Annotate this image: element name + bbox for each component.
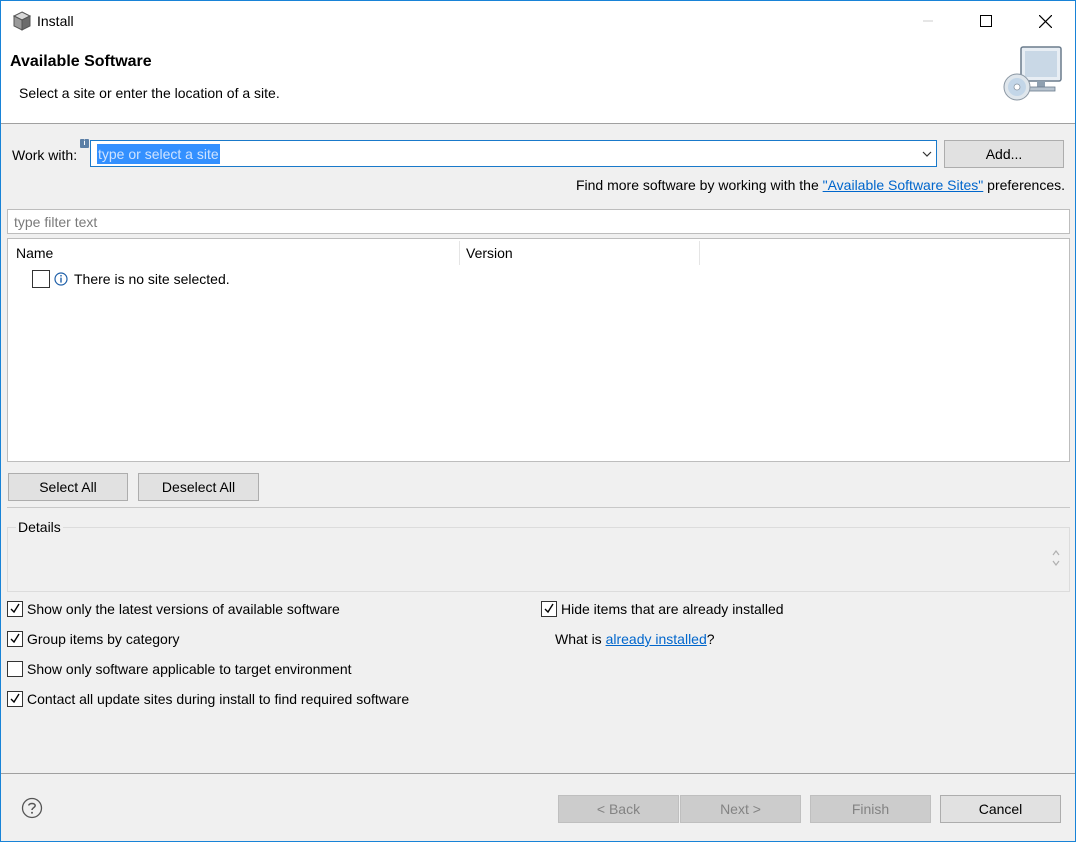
wizard-banner: Available Software Select a site or ente… (1, 41, 1075, 124)
available-software-sites-link[interactable]: "Available Software Sites" (823, 177, 984, 193)
chevron-down-icon[interactable] (922, 149, 932, 159)
already-installed-link[interactable]: already installed (606, 631, 707, 647)
row-label: There is no site selected. (74, 271, 230, 287)
next-button[interactable]: Next > (680, 795, 801, 823)
page-title: Available Software (10, 53, 152, 70)
show-latest-checkbox[interactable] (7, 601, 23, 617)
help-icon[interactable] (21, 797, 43, 819)
cancel-button[interactable]: Cancel (940, 795, 1061, 823)
group-by-category-checkbox[interactable] (7, 631, 23, 647)
package-icon (12, 11, 32, 31)
option-target-environment[interactable]: Show only software applicable to target … (7, 659, 352, 679)
minimize-icon (923, 20, 933, 22)
contact-update-sites-label[interactable]: Contact all update sites during install … (27, 691, 409, 707)
maximize-button[interactable] (957, 1, 1015, 41)
deselect-all-button[interactable]: Deselect All (138, 473, 259, 501)
row-checkbox[interactable] (32, 270, 50, 288)
already-installed-suffix: ? (706, 631, 715, 647)
footer-divider (1, 773, 1075, 774)
hide-installed-checkbox[interactable] (541, 601, 557, 617)
select-all-button[interactable]: Select All (8, 473, 128, 501)
add-site-button[interactable]: Add... (944, 140, 1064, 168)
software-tree[interactable]: Name Version There is no site selected. (7, 238, 1070, 462)
hide-installed-label[interactable]: Hide items that are already installed (561, 601, 784, 617)
find-more-prefix: Find more software by working with the (575, 177, 823, 193)
option-show-latest[interactable]: Show only the latest versions of availab… (7, 599, 340, 619)
show-latest-label[interactable]: Show only the latest versions of availab… (27, 601, 340, 617)
finish-button[interactable]: Finish (810, 795, 931, 823)
page-description: Select a site or enter the location of a… (19, 85, 280, 101)
divider (7, 507, 1070, 508)
filter-placeholder: type filter text (14, 214, 98, 230)
option-group-by-category[interactable]: Group items by category (7, 629, 180, 649)
work-with-combo[interactable]: type or select a site (90, 140, 937, 167)
close-icon (1038, 14, 1052, 28)
option-contact-update-sites[interactable]: Contact all update sites during install … (7, 689, 409, 709)
column-header-name[interactable]: Name (16, 245, 53, 261)
find-more-suffix: preferences. (983, 177, 1065, 193)
minimize-button[interactable] (899, 1, 957, 41)
contact-update-sites-checkbox[interactable] (7, 691, 23, 707)
column-header-version[interactable]: Version (466, 245, 513, 261)
close-button[interactable] (1016, 1, 1074, 41)
tree-row[interactable]: There is no site selected. (32, 268, 230, 290)
target-environment-checkbox[interactable] (7, 661, 23, 677)
install-monitor-cd-icon (1003, 46, 1062, 101)
option-hide-installed[interactable]: Hide items that are already installed (541, 599, 784, 619)
already-installed-text: What is already installed? (555, 629, 715, 649)
checkmark-icon (10, 603, 20, 614)
filter-input[interactable]: type filter text (7, 209, 1070, 234)
content-assist-info-icon: i (80, 139, 89, 148)
checkmark-icon (544, 603, 554, 614)
work-with-label: Work with: (12, 147, 78, 163)
info-icon (54, 272, 68, 286)
checkmark-icon (10, 693, 20, 704)
group-by-category-label[interactable]: Group items by category (27, 631, 180, 647)
checkmark-icon (10, 633, 20, 644)
install-dialog: Install Available Software Select a site… (0, 0, 1076, 842)
details-group (7, 527, 1070, 592)
find-more-software-text: Find more software by working with the "… (576, 177, 1065, 193)
work-with-input-value[interactable]: type or select a site (97, 144, 220, 164)
window-title: Install (37, 13, 74, 29)
maximize-icon (980, 15, 992, 27)
target-environment-label[interactable]: Show only software applicable to target … (27, 661, 352, 677)
column-divider[interactable] (459, 241, 460, 265)
scroll-arrows-icon[interactable] (1049, 547, 1063, 569)
title-bar: Install (1, 1, 1075, 41)
already-installed-prefix: What is (555, 631, 606, 647)
column-divider[interactable] (699, 241, 700, 265)
back-button[interactable]: < Back (558, 795, 679, 823)
details-label: Details (16, 519, 63, 535)
